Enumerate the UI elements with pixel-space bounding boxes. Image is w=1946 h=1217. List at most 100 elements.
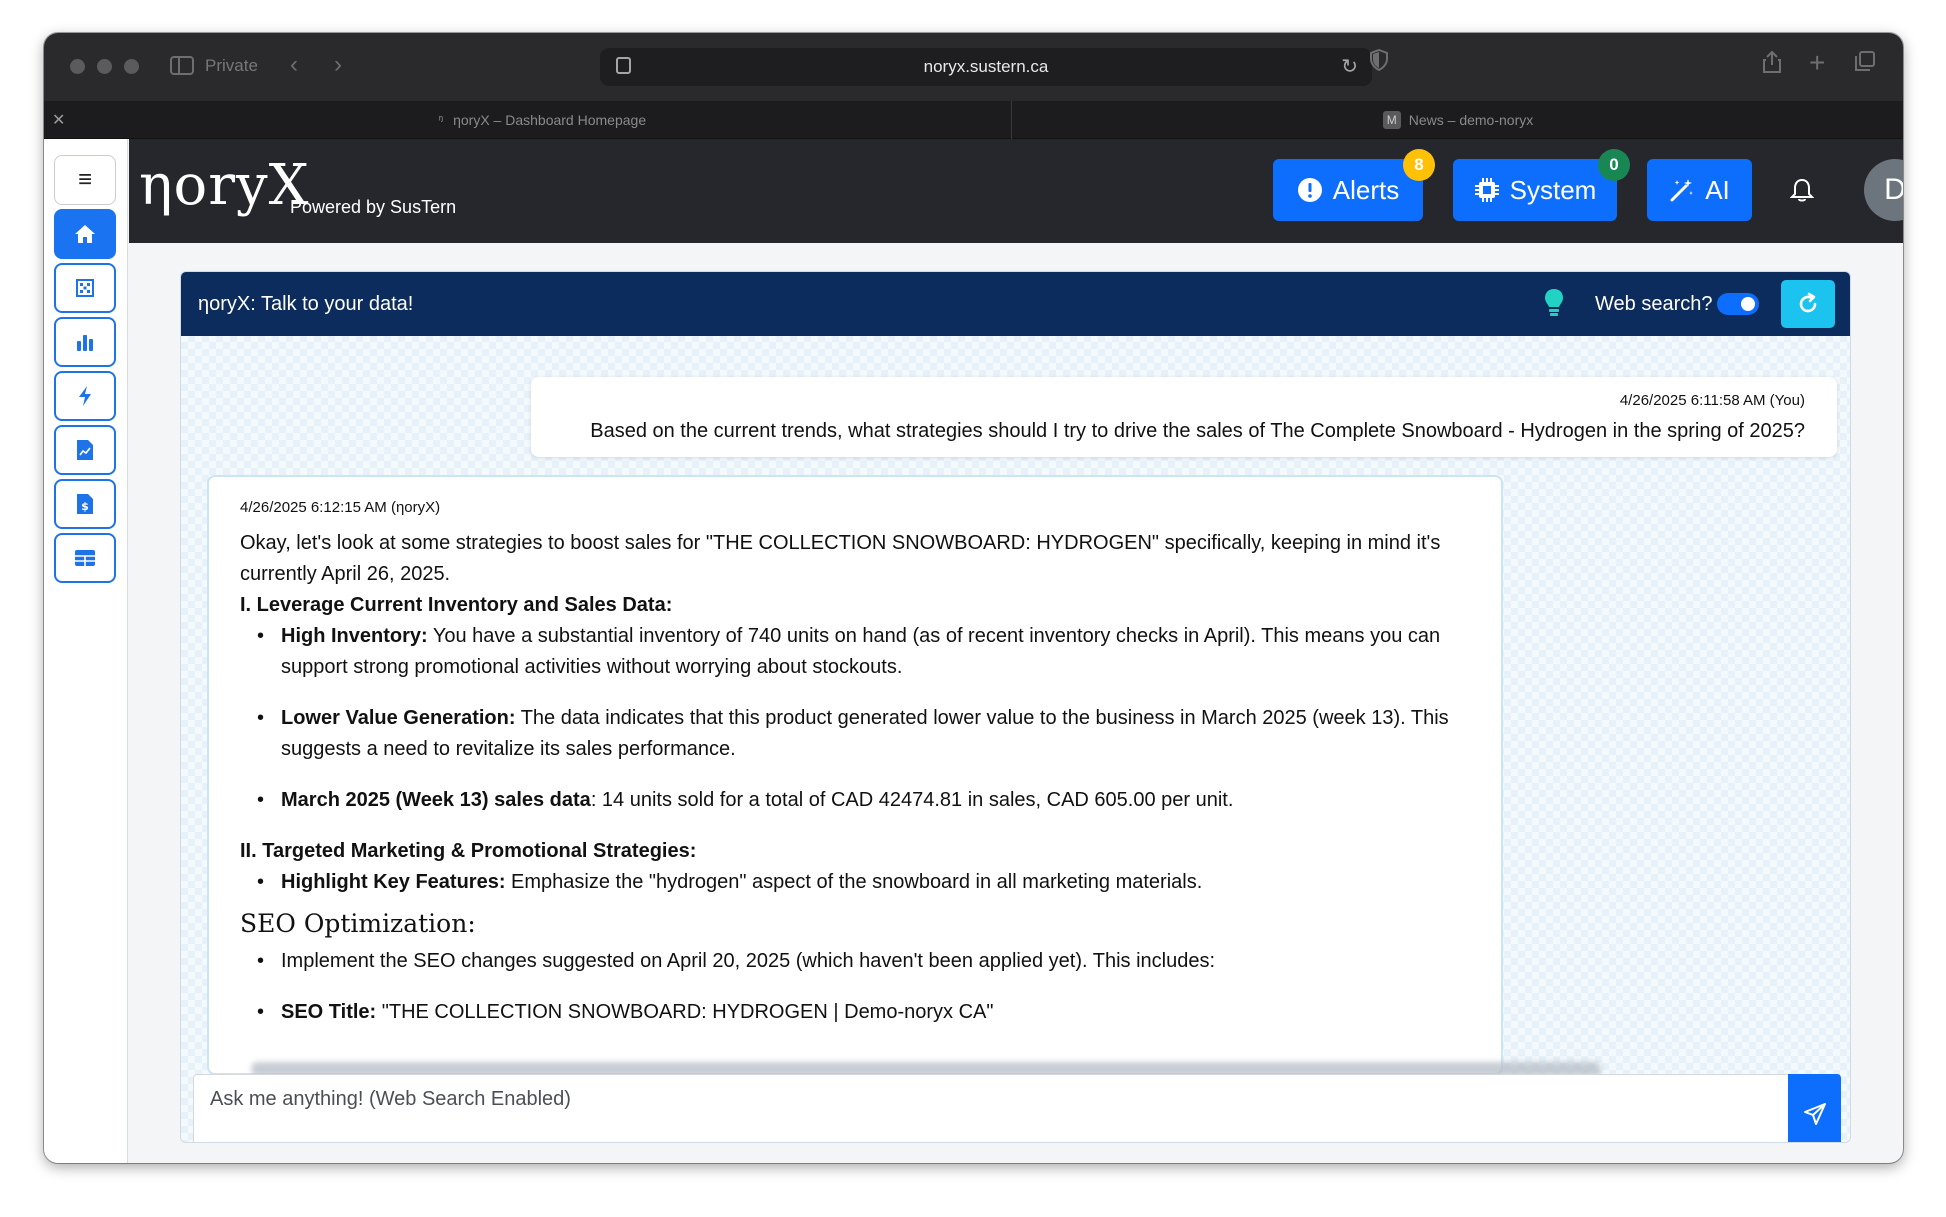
home-icon xyxy=(75,225,95,243)
list-item: Lower Value Generation: The data indicat… xyxy=(240,703,1473,765)
noryx-favicon-icon: ᵑ xyxy=(438,114,444,126)
item-text: "THE COLLECTION SNOWBOARD: HYDROGEN | De… xyxy=(376,1001,994,1023)
list-item: SEO Title: "THE COLLECTION SNOWBOARD: HY… xyxy=(240,997,1473,1028)
list-item: Implement the SEO changes suggested on A… xyxy=(240,946,1473,977)
browser-tab-bar: ✕ ᵑ ηoryX – Dashboard Homepage M News – … xyxy=(44,101,1903,139)
user-message: 4/26/2025 6:11:58 AM (You) Based on the … xyxy=(531,377,1837,457)
system-label: System xyxy=(1509,174,1597,205)
invoice-dollar-icon: $ xyxy=(77,494,93,514)
sidebar-item-tables[interactable] xyxy=(54,533,116,583)
alerts-label: Alerts xyxy=(1332,174,1400,205)
bullet-list: Implement the SEO changes suggested on A… xyxy=(240,946,1473,1028)
item-text: Emphasize the "hydrogen" aspect of the s… xyxy=(505,871,1203,893)
tab-title: ηoryX – Dashboard Homepage xyxy=(453,112,647,128)
section-heading: II. Targeted Marketing & Promotional Str… xyxy=(240,840,697,862)
document-chart-icon xyxy=(77,440,93,460)
window-controls xyxy=(70,59,139,74)
bullet-list: Highlight Key Features: Emphasize the "h… xyxy=(240,867,1473,898)
m-favicon-icon: M xyxy=(1382,111,1401,129)
message-intro: Okay, let's look at some strategies to b… xyxy=(240,532,1441,585)
noryx-logo[interactable]: ηoryX xyxy=(139,153,310,218)
item-text: Implement the SEO changes suggested on A… xyxy=(281,950,1216,972)
chat-panel: ηoryX: Talk to your data! Web search? 4/… xyxy=(180,271,1851,1143)
web-search-label: Web search? xyxy=(1595,293,1713,315)
menu-button[interactable]: ≡ xyxy=(54,155,116,205)
sidebar-item-invoices[interactable]: $ xyxy=(54,479,116,529)
item-text: You have a substantial inventory of 740 … xyxy=(281,625,1441,678)
chat-header: ηoryX: Talk to your data! Web search? xyxy=(181,272,1850,336)
address-bar[interactable]: noryx.sustern.ca ↻ xyxy=(600,48,1372,86)
user-avatar[interactable]: D xyxy=(1864,159,1903,221)
item-label: High Inventory: xyxy=(281,625,428,647)
seo-heading: SEO Optimization: xyxy=(240,909,476,938)
magic-wand-icon xyxy=(1669,177,1695,203)
item-label: March 2025 (Week 13) sales data xyxy=(281,789,591,811)
close-window-button[interactable] xyxy=(70,59,85,74)
ai-button[interactable]: AI xyxy=(1647,159,1752,221)
minimize-window-button[interactable] xyxy=(97,59,112,74)
list-item: Highlight Key Features: Emphasize the "h… xyxy=(240,867,1473,898)
browser-window: Private ‹ › noryx.sustern.ca ↻ + ✕ ᵑ ηor… xyxy=(44,33,1903,1163)
refresh-chat-button[interactable] xyxy=(1781,280,1835,328)
bullet-list: High Inventory: You have a substantial i… xyxy=(240,621,1473,816)
list-item: March 2025 (Week 13) sales data: 14 unit… xyxy=(240,785,1473,816)
message-timestamp: 4/26/2025 6:11:58 AM (You) xyxy=(1619,392,1805,409)
reload-icon[interactable]: ↻ xyxy=(1341,54,1358,79)
private-label: Private xyxy=(205,56,258,75)
send-button[interactable] xyxy=(1788,1074,1841,1142)
send-icon xyxy=(1803,1103,1826,1125)
alerts-button[interactable]: Alerts xyxy=(1273,159,1423,221)
chat-title: ηoryX: Talk to your data! xyxy=(198,293,414,315)
back-icon[interactable]: ‹ xyxy=(290,51,298,79)
ai-label: AI xyxy=(1705,174,1730,205)
menu-icon: ≡ xyxy=(77,166,92,193)
app-header: ηoryX Powered by SusTern Alerts 8 System… xyxy=(129,139,1903,243)
svg-text:$: $ xyxy=(81,500,89,513)
list-item: High Inventory: You have a substantial i… xyxy=(240,621,1473,683)
message-timestamp: 4/26/2025 6:12:15 AM (ηoryX) xyxy=(240,499,441,516)
refresh-icon xyxy=(1799,292,1817,313)
forward-icon[interactable]: › xyxy=(334,51,342,79)
chat-input-box xyxy=(193,1074,1840,1143)
tab-news[interactable]: M News – demo-noryx xyxy=(1013,101,1903,139)
close-tab-icon[interactable]: ✕ xyxy=(52,110,65,130)
sidebar-item-actions[interactable] xyxy=(54,371,116,421)
message-text: Based on the current trends, what strate… xyxy=(590,420,1805,442)
sidebar-toggle-icon[interactable] xyxy=(170,56,194,75)
lightbulb-icon[interactable] xyxy=(1543,288,1565,318)
web-search-toggle[interactable] xyxy=(1717,293,1759,315)
sidebar-item-grid[interactable] xyxy=(54,263,116,313)
system-button[interactable]: System xyxy=(1453,159,1617,221)
item-label: SEO Title: xyxy=(281,1001,377,1023)
shield-icon[interactable] xyxy=(1370,49,1388,71)
powered-by-text: Powered by SusTern xyxy=(290,197,457,217)
grid-icon xyxy=(76,279,94,297)
bar-chart-icon xyxy=(77,335,93,351)
url-text: noryx.sustern.ca xyxy=(923,57,1049,76)
exclamation-circle-icon xyxy=(1297,177,1323,203)
section-heading: I. Leverage Current Inventory and Sales … xyxy=(240,594,673,616)
tab-title: News – demo-noryx xyxy=(1408,112,1534,128)
new-tab-icon[interactable]: + xyxy=(1809,47,1825,79)
lightning-icon xyxy=(79,386,91,406)
sidebar-item-reports[interactable] xyxy=(54,425,116,475)
sidebar-item-analytics[interactable] xyxy=(54,317,116,367)
resize-grip-icon[interactable] xyxy=(1828,1142,1838,1143)
system-count-badge: 0 xyxy=(1598,149,1630,181)
app-sidebar: ≡ $ xyxy=(44,139,128,1163)
cpu-icon xyxy=(1474,177,1500,203)
tab-overview-icon[interactable] xyxy=(1854,50,1876,79)
item-label: Lower Value Generation: xyxy=(281,707,516,729)
item-text: : 14 units sold for a total of CAD 42474… xyxy=(590,789,1234,811)
item-label: Highlight Key Features: xyxy=(281,871,506,893)
share-icon[interactable] xyxy=(1762,50,1782,81)
chat-input[interactable] xyxy=(194,1075,1839,1142)
alerts-count-badge: 8 xyxy=(1403,149,1435,181)
browser-toolbar: Private ‹ › noryx.sustern.ca ↻ + xyxy=(44,33,1903,101)
assistant-message: 4/26/2025 6:12:15 AM (ηoryX) Okay, let's… xyxy=(207,475,1503,1075)
table-icon xyxy=(75,550,95,566)
tab-noryx-dashboard[interactable]: ᵑ ηoryX – Dashboard Homepage xyxy=(74,101,1012,139)
maximize-window-button[interactable] xyxy=(124,59,139,74)
sidebar-item-home[interactable] xyxy=(54,209,116,259)
notification-bell-icon[interactable] xyxy=(1789,177,1815,208)
